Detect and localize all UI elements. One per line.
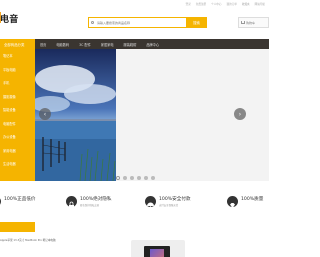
nav-item-brands[interactable]: 品牌中心 (141, 39, 164, 49)
top-link-sitemap[interactable]: 网站导航 (255, 2, 265, 6)
top-link-favorites[interactable]: 收藏夹 (242, 2, 250, 6)
carousel-dot[interactable] (144, 176, 148, 180)
top-link-orders[interactable]: 我的订单 (226, 2, 236, 6)
nav-item-digital[interactable]: 电脑数码 (51, 39, 74, 49)
cart-button[interactable]: 购物车 (238, 17, 269, 28)
sidebar-item[interactable]: 电脑配件 (0, 117, 35, 131)
laptop-picture (144, 246, 170, 257)
search-icon (91, 21, 94, 24)
guarantee-subtitle: 匿名保护隐私交易 (80, 204, 100, 207)
sidebar-item[interactable]: 办公设备 (0, 130, 35, 144)
top-link-account[interactable]: 个人中心 (211, 2, 221, 6)
nav-item-clothing[interactable]: 服装鞋帽 (119, 39, 142, 49)
umbrella-icon (145, 196, 156, 209)
carousel-prev-button[interactable]: ‹ (39, 108, 51, 120)
top-link-register[interactable]: 免费注册 (196, 2, 206, 6)
guarantee-title: 100%质量 (241, 197, 264, 202)
guarantee-title: 100%正品低价 (4, 197, 36, 202)
category-sidebar: 笔记本 平板电脑 手机 摄影摄像 智能设备 电脑配件 办公设备 家用电器 生活电… (0, 49, 35, 181)
nav-item-accessories[interactable]: 3C 配件 (74, 39, 96, 49)
search-button[interactable]: 搜索 (186, 17, 207, 28)
sidebar-item[interactable]: 笔记本 (0, 49, 35, 63)
sidebar-item[interactable]: 手机 (0, 76, 35, 90)
guarantee-title: 100%安全付款 (159, 197, 191, 202)
cart-label: 购物车 (246, 20, 256, 25)
carousel-dots (116, 176, 155, 180)
diamond-icon (227, 196, 238, 208)
floor-title-bar (0, 222, 35, 232)
sidebar-item[interactable]: 摄影摄像 (0, 90, 35, 104)
hero-carousel: ‹ › (35, 49, 269, 181)
top-links: 登录 免费注册 个人中心 我的订单 收藏夹 网站导航 (186, 0, 265, 8)
shield-check-icon (0, 196, 1, 207)
carousel-dot[interactable] (123, 176, 127, 180)
all-categories-button[interactable]: 全部商品分类 (0, 39, 35, 49)
sidebar-item[interactable]: 平板电脑 (0, 63, 35, 77)
product-name[interactable]: Apple苹果 13.3英寸 MacBook Pro 笔记本电脑 (0, 238, 56, 242)
lock-icon (66, 196, 77, 209)
carousel-dot[interactable] (130, 176, 134, 180)
top-link-login[interactable]: 登录 (186, 2, 191, 6)
sidebar-item[interactable]: 家用电器 (0, 144, 35, 158)
product-image[interactable] (131, 240, 185, 257)
carousel-dot[interactable] (151, 176, 155, 180)
nav-item-appliances[interactable]: 家居家电 (96, 39, 119, 49)
page: 登录 免费注册 个人中心 我的订单 收藏夹 网站导航 电音 搜索 购物车 全部商… (0, 0, 269, 257)
guarantee-bar: 100%正品低价 100%绝对隐私 匿名保护隐私交易 100%安全付款 支付安全… (0, 192, 269, 216)
sidebar-item[interactable]: 生活电器 (0, 157, 35, 171)
logo[interactable]: 电音 (0, 12, 19, 25)
main-nav: 全部商品分类 首页 电脑数码 3C 配件 家居家电 服装鞋帽 品牌中心 (0, 39, 269, 49)
carousel-dot[interactable] (116, 176, 120, 180)
nav-item-home[interactable]: 首页 (35, 39, 51, 49)
sidebar-item[interactable]: 智能设备 (0, 103, 35, 117)
guarantee-title: 100%绝对隐私 (80, 197, 112, 202)
carousel-next-button[interactable]: › (234, 108, 246, 120)
guarantee-subtitle: 支付安全保障无忧 (159, 204, 179, 207)
carousel-dot[interactable] (137, 176, 141, 180)
cart-icon (241, 21, 245, 24)
